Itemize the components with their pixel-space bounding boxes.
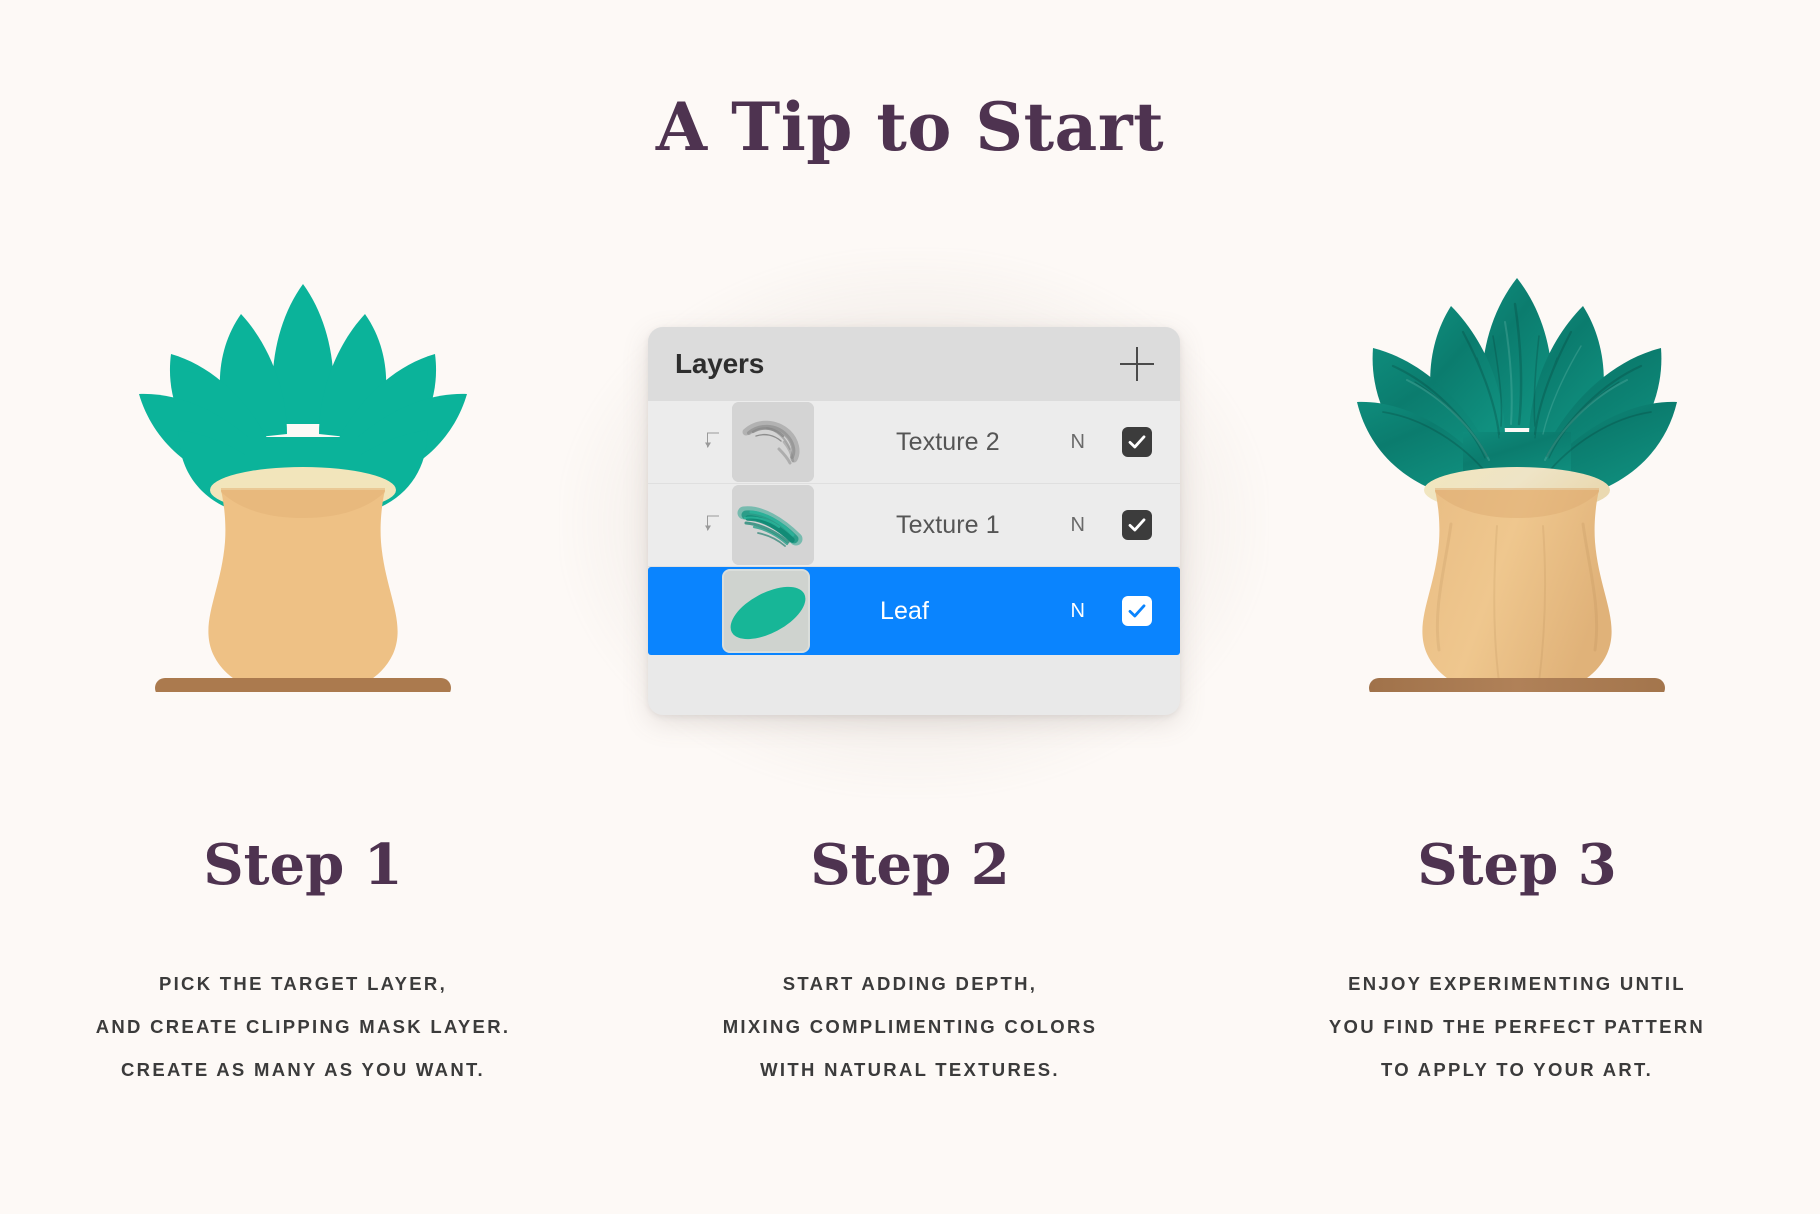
step-column-1: Step 1 Pick the target layer, and create…	[0, 0, 606, 1214]
clipping-mask-icon	[705, 432, 721, 452]
step-1-heading: Step 1	[203, 832, 403, 898]
layers-panel-title: Layers	[675, 348, 765, 379]
layers-panel[interactable]: Layers Texture 2 N Texture 1 N Leaf N	[648, 327, 1180, 715]
step-2-line-3: with natural textures.	[760, 1059, 1060, 1080]
textured-plant-illustration	[1357, 278, 1677, 692]
layer-visibility-checkbox[interactable]	[1122, 427, 1152, 457]
layer-visibility-checkbox[interactable]	[1122, 510, 1152, 540]
step-1-description: Pick the target layer, and create clippi…	[0, 962, 606, 1091]
layer-name: Leaf	[880, 596, 930, 625]
step-3-line-1: Enjoy experimenting until	[1348, 973, 1686, 994]
pot-saucer	[155, 678, 451, 692]
teal-brush-stroke-icon	[732, 485, 814, 565]
step-1-line-2: and create clipping mask layer.	[95, 1016, 511, 1037]
layers-panel-artwork: Layers Texture 2 N Texture 1 N Leaf N	[560, 249, 1268, 797]
step-1-line-1: Pick the target layer,	[158, 973, 448, 994]
blend-mode-label[interactable]: N	[1071, 431, 1085, 454]
step-3-description: Enjoy experimenting until you find the p…	[1214, 962, 1820, 1091]
tip-infographic-page: A Tip to Start Step 1 PICK THE TARGET LA…	[0, 0, 1820, 1214]
step-3-heading: Step 3	[1417, 832, 1617, 898]
layer-visibility-checkbox[interactable]	[1122, 596, 1152, 626]
layer-thumbnail-leaf[interactable]	[722, 569, 810, 653]
step-3-line-2: you find the perfect pattern	[1328, 1016, 1706, 1037]
leaf-shape-icon	[724, 571, 808, 651]
layer-name: Texture 1	[896, 510, 1000, 539]
pot-saucer	[1369, 678, 1665, 692]
layer-thumbnail-texture-2[interactable]	[732, 402, 814, 482]
table-row[interactable]: Texture 1 N	[648, 484, 1180, 567]
flat-plant-illustration	[139, 284, 467, 692]
pot-body	[1422, 490, 1612, 692]
check-icon	[1128, 435, 1146, 449]
layer-thumbnail-texture-1[interactable]	[732, 485, 814, 565]
step-1-artwork	[0, 262, 606, 692]
table-row[interactable]: Texture 2 N	[648, 401, 1180, 484]
check-icon	[1128, 518, 1146, 532]
layer-name: Texture 2	[896, 427, 1000, 456]
gray-brush-stroke-icon	[732, 402, 814, 482]
step-3-line-3: to apply to your art.	[1380, 1059, 1654, 1080]
layers-panel-header: Layers	[648, 327, 1180, 401]
step-2-line-1: Start adding depth,	[782, 973, 1038, 994]
table-row-selected[interactable]: Leaf N	[648, 567, 1180, 655]
blend-mode-label[interactable]: N	[1071, 600, 1085, 623]
step-2-heading: Step 2	[810, 832, 1010, 898]
step-column-3: Step 3 Enjoy experimenting until you fin…	[1214, 0, 1820, 1214]
blend-mode-label[interactable]: N	[1071, 514, 1085, 537]
step-2-line-2: mixing complimenting colors	[722, 1016, 1098, 1037]
step-3-artwork	[1214, 262, 1820, 692]
step-2-description: Start adding depth, mixing complimenting…	[607, 962, 1213, 1091]
check-icon	[1128, 604, 1146, 618]
plant-leaves-textured	[1357, 278, 1677, 498]
step-1-line-3: Create as many as you want.	[121, 1059, 485, 1080]
clipping-mask-icon	[705, 515, 721, 535]
pot-body	[208, 490, 398, 692]
plus-icon[interactable]	[1120, 347, 1154, 381]
